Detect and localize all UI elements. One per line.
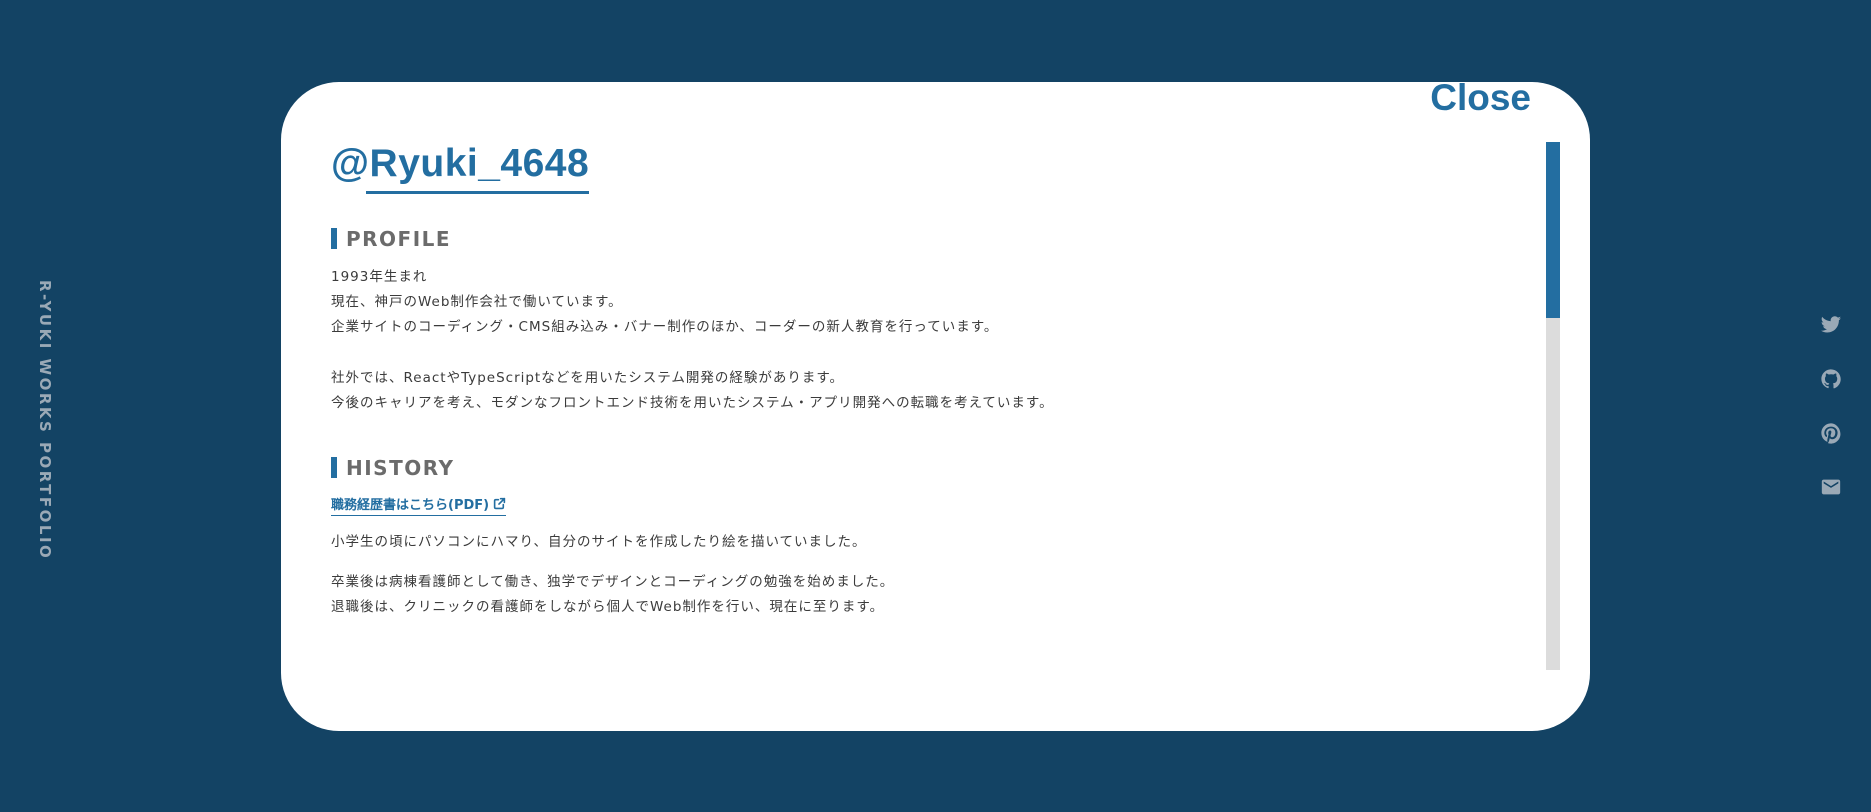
section-title-profile: PROFILE [331,227,1511,251]
handle-underline [366,190,590,194]
section-title-history: HISTORY [331,456,1511,480]
external-link-icon [493,497,506,514]
site-brand-vertical: R-YUKI WORKS PORTFOLIO [36,280,54,561]
resume-pdf-link-label: 職務経歴書はこちら(PDF) [331,497,490,513]
github-icon [1821,369,1841,389]
profile-line: 企業サイトのコーディング・CMS組み込み・バナー制作のほか、コーダーの新人教育を… [331,318,999,335]
section-title-profile-label: PROFILE [346,226,452,251]
section-accent-bar [331,228,337,250]
profile-line: 今後のキャリアを考え、モダンなフロントエンド技術を用いたシステム・アプリ開発への… [331,394,1054,411]
history-paragraph: 小学生の頃にパソコンにハマり、自分のサイトを作成したり絵を描いていました。 [331,533,867,550]
close-button[interactable]: Close [1430,82,1531,120]
history-paragraph: 卒業後は病棟看護師として働き、独学でデザインとコーディングの勉強を始めました。 … [331,570,1511,620]
social-links [1818,312,1844,528]
pinterest-icon [1821,423,1841,444]
resume-pdf-link[interactable]: 職務経歴書はこちら(PDF) [331,494,507,516]
twitter-link[interactable] [1818,312,1844,338]
profile-modal: Close @Ryuki_4648 PROFILE 1993年生まれ 現在、神戸… [281,82,1590,731]
mail-link[interactable] [1818,474,1844,500]
profile-line: 1993年生まれ [331,268,428,285]
section-title-history-label: HISTORY [346,455,455,480]
github-link[interactable] [1818,366,1844,392]
section-accent-bar [331,457,337,479]
profile-handle: @Ryuki_4648 [331,142,590,194]
scrollbar-thumb[interactable] [1546,142,1560,318]
history-line: 退職後は、クリニックの看護師をしながら個人でWeb制作を行い、現在に至ります。 [331,598,885,615]
history-line: 卒業後は病棟看護師として働き、独学でデザインとコーディングの勉強を始めました。 [331,573,895,590]
profile-line: 社外では、ReactやTypeScriptなどを用いたシステム開発の経験がありま… [331,369,844,386]
profile-body: 1993年生まれ 現在、神戸のWeb制作会社で働いています。 企業サイトのコーデ… [331,265,1511,416]
mail-icon [1821,479,1841,495]
twitter-icon [1820,316,1842,333]
scrollbar-track[interactable] [1546,142,1560,670]
profile-line: 現在、神戸のWeb制作会社で働いています。 [331,293,623,310]
pinterest-link[interactable] [1818,420,1844,446]
handle-text: @Ryuki_4648 [331,142,590,185]
modal-content: @Ryuki_4648 PROFILE 1993年生まれ 現在、神戸のWeb制作… [331,142,1511,620]
